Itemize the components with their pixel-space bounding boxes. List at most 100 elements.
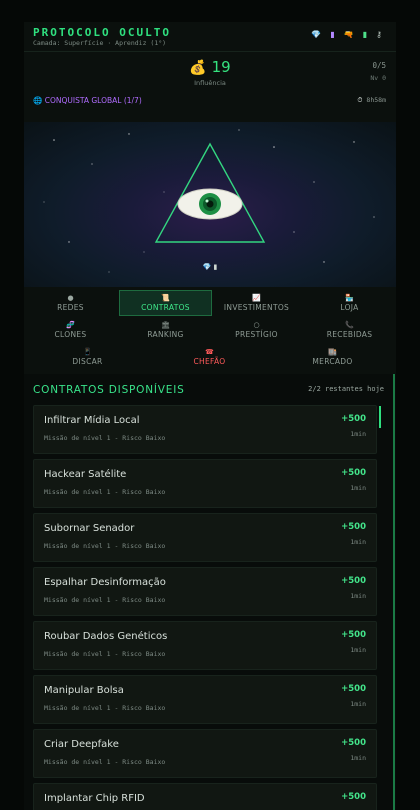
eye-triangle (154, 142, 266, 243)
gem-icon[interactable]: 💎 (311, 30, 321, 39)
main-nav: ● REDES 📜 CONTRATOS 📈 INVESTIMENTOS 🏪 LO… (24, 290, 396, 374)
contract-title: Manipular Bolsa (44, 685, 124, 696)
nav-label: LOJA (340, 303, 359, 312)
nav-label: CHEFÃO (193, 357, 226, 366)
scroll-icon: 📜 (161, 294, 170, 302)
mobile-icon: 📱 (83, 348, 92, 356)
nav-loja[interactable]: 🏪 LOJA (303, 294, 396, 316)
dna-icon: 🧬 (66, 321, 75, 329)
contract-subtitle: Missão de nível 1 - Risco Baixo (44, 542, 166, 550)
top-bar: PROTOCOLO OCULTO Camada: Superfície · Ap… (24, 22, 396, 52)
conquest-label: CONQUISTA GLOBAL (1/7) (44, 96, 142, 105)
nav-label: INVESTIMENTOS (223, 303, 290, 312)
contracts-title: CONTRATOS DISPONÍVEIS (33, 384, 185, 396)
gun-icon[interactable]: 🔫 (344, 30, 354, 39)
contract-title: Hackear Satélite (44, 469, 127, 480)
money-bag-icon: 💰 (189, 60, 207, 76)
nav-label: CLONES (54, 330, 87, 339)
influence-display: 💰 19 (24, 58, 396, 76)
nav-clones[interactable]: 🧬 CLONES (24, 321, 117, 343)
contract-subtitle: Missão de nível 1 - Risco Baixo (44, 758, 166, 766)
hero-banner: 💎 ▮ (24, 122, 396, 287)
contract-card[interactable]: Infiltrar Mídia Local Missão de nível 1 … (33, 405, 377, 454)
nav-discar[interactable]: 📱 DISCAR (41, 348, 134, 370)
contract-subtitle: Missão de nível 1 - Risco Baixo (44, 434, 166, 442)
contract-reward: +500 (341, 684, 366, 694)
contract-reward: +500 (341, 414, 366, 424)
action-counter: 0/5 (372, 61, 386, 70)
contract-title: Criar Deepfake (44, 739, 119, 750)
nav-recebidas[interactable]: 📞 RECEBIDAS (303, 321, 396, 343)
stats-bar: 💰 19 Influência 0/5 Nv 0 🌐 CONQUISTA GLO… (24, 52, 396, 112)
contract-card[interactable]: Roubar Dados Genéticos Missão de nível 1… (33, 621, 377, 670)
contract-title: Subornar Senador (44, 523, 135, 534)
globe-icon: 🌐 (33, 96, 43, 105)
contract-duration: 1min (350, 700, 366, 708)
nav-chefao[interactable]: ☎ CHEFÃO (163, 348, 256, 370)
store-icon: 🏪 (345, 294, 354, 302)
market-icon: 🏬 (328, 348, 337, 356)
app-title: PROTOCOLO OCULTO (33, 26, 171, 39)
telephone-icon: ☎ (205, 348, 214, 356)
layer-subtitle: Camada: Superfície · Aprendiz (1°) (33, 39, 167, 47)
contract-title: Implantar Chip RFID (44, 793, 145, 804)
contract-duration: 1min (350, 538, 366, 546)
contract-reward: +500 (341, 738, 366, 748)
battery-icon[interactable]: ▮ (363, 30, 367, 39)
contract-duration: 1min (350, 592, 366, 600)
contract-card[interactable]: Hackear Satélite Missão de nível 1 - Ris… (33, 459, 377, 508)
nav-label: RECEBIDAS (326, 330, 373, 339)
contract-subtitle: Missão de nível 1 - Risco Baixo (44, 596, 166, 604)
contract-reward: +500 (341, 522, 366, 532)
contract-card[interactable]: Espalhar Desinformação Missão de nível 1… (33, 567, 377, 616)
nav-label: REDES (57, 303, 84, 312)
contract-card[interactable]: Subornar Senador Missão de nível 1 - Ris… (33, 513, 377, 562)
nav-label: PRESTÍGIO (235, 330, 278, 339)
contracts-remaining: 2/2 restantes hoje (308, 385, 384, 393)
contract-duration: 1min (350, 754, 366, 762)
contract-duration: 1min (350, 646, 366, 654)
nav-investimentos[interactable]: 📈 INVESTIMENTOS (210, 294, 303, 316)
chart-icon: 📈 (252, 294, 261, 302)
hero-badges: 💎 ▮ (202, 263, 218, 271)
nav-redes[interactable]: ● REDES (24, 294, 117, 316)
contract-reward: +500 (341, 792, 366, 802)
nav-label: CONTRATOS (141, 303, 190, 312)
contract-duration: 1min (350, 430, 366, 438)
contract-duration: 1min (350, 484, 366, 492)
contract-subtitle: Missão de nível 1 - Risco Baixo (44, 704, 166, 712)
nav-contratos[interactable]: 📜 CONTRATOS (119, 290, 212, 316)
nav-label: DISCAR (72, 357, 103, 366)
scroll-track[interactable] (393, 374, 395, 810)
nav-mercado[interactable]: 🏬 MERCADO (286, 348, 379, 370)
timer-value: 8h58m (366, 96, 386, 104)
key-icon[interactable]: ⚷ (376, 30, 382, 39)
vial-icon[interactable]: ▮ (330, 30, 334, 39)
contract-reward: +500 (341, 630, 366, 640)
contract-card[interactable]: Implantar Chip RFID +500 (33, 783, 377, 810)
app-window: PROTOCOLO OCULTO Camada: Superfície · Ap… (24, 22, 396, 810)
conquest-timer: ⏱ 8h58m (357, 96, 386, 105)
contract-card[interactable]: Manipular Bolsa Missão de nível 1 - Risc… (33, 675, 377, 724)
contracts-panel: CONTRATOS DISPONÍVEIS 2/2 restantes hoje… (24, 374, 396, 810)
contract-card[interactable]: Criar Deepfake Missão de nível 1 - Risco… (33, 729, 377, 778)
influence-value: 19 (211, 58, 231, 76)
influence-label: Influência (194, 79, 226, 87)
nav-ranking[interactable]: 🏛 RANKING (119, 321, 212, 343)
nav-label: RANKING (147, 330, 184, 339)
clock-icon: ⏱ (357, 96, 363, 104)
level-label: Nv 0 (370, 74, 386, 82)
prestige-icon: ○ (253, 321, 260, 329)
contract-title: Espalhar Desinformação (44, 577, 166, 588)
bank-icon: 🏛 (161, 321, 170, 329)
contract-reward: +500 (341, 576, 366, 586)
contract-title: Roubar Dados Genéticos (44, 631, 168, 642)
global-conquest[interactable]: 🌐 CONQUISTA GLOBAL (1/7) (33, 96, 142, 105)
network-icon: ● (67, 294, 74, 302)
phone-icon: 📞 (345, 321, 354, 329)
scrollbar-thumb[interactable] (379, 406, 381, 428)
contract-title: Infiltrar Mídia Local (44, 415, 140, 426)
nav-prestigio[interactable]: ○ PRESTÍGIO (210, 321, 303, 343)
nav-label: MERCADO (312, 357, 353, 366)
resource-icons: 💎 ▮ 🔫 ▮ ⚷ (311, 30, 382, 39)
